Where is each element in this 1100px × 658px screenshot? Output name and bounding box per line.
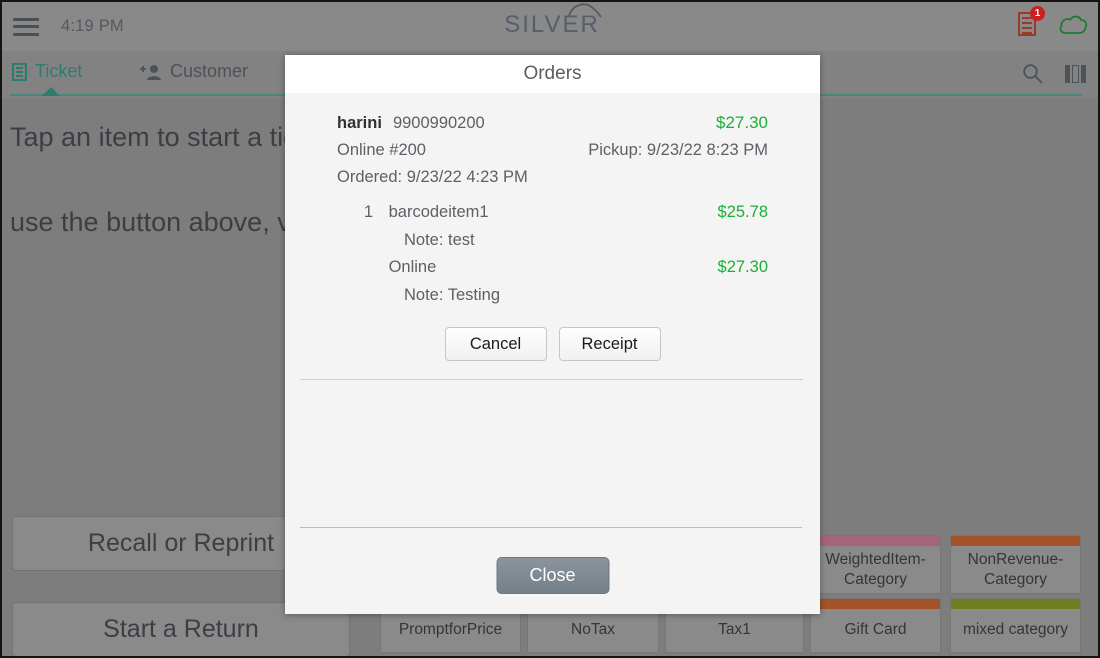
logo-text: SILVER	[504, 11, 600, 38]
category-label: NonRevenue-Category	[967, 550, 1064, 588]
order-customer-phone: 9900990200	[392, 114, 485, 132]
line-item-price: $25.78	[717, 203, 768, 221]
line-item-note: Note: Testing	[404, 285, 501, 304]
order-line-items: 1 barcodeitem1 $25.78 Note: test Online …	[285, 199, 820, 309]
receipt-badge: 1	[1030, 6, 1045, 21]
tab-customer[interactable]: Customer	[140, 61, 248, 82]
order-channel: Online #200	[337, 141, 426, 159]
order-customer-name: harini	[337, 114, 382, 132]
order-ordered-time: Ordered: 9/23/22 4:23 PM	[337, 168, 528, 186]
order-total: $27.30	[716, 113, 768, 132]
logo-arc-icon	[567, 3, 602, 18]
tab-ticket-label: Ticket	[35, 61, 83, 81]
silver-logo: SILVER	[2, 3, 1098, 39]
category-color-bar	[811, 599, 940, 609]
order-pickup-time: Pickup: 9/23/22 8:23 PM	[588, 141, 768, 159]
tab-bar-actions	[1022, 63, 1086, 84]
order-actions: Cancel Receipt	[285, 327, 820, 361]
ticket-icon	[12, 62, 27, 81]
category-label: mixed category	[962, 620, 1069, 638]
tab-customer-label: Customer	[170, 61, 249, 81]
category-label: Tax1	[718, 620, 751, 638]
receipt-button[interactable]: Receipt	[558, 327, 661, 361]
top-bar-icons: 1	[1018, 6, 1088, 38]
orders-dialog: Orders harini 9900990200 $27.30 Online #…	[285, 55, 820, 614]
receipt-icon[interactable]: 1	[1018, 6, 1045, 38]
orders-dialog-header: Orders	[285, 55, 820, 93]
tab-active-indicator	[42, 87, 60, 96]
category-label: WeightedItem-Category	[825, 550, 926, 588]
add-customer-icon	[140, 64, 161, 80]
clock-label: 4:19 PM	[61, 17, 124, 35]
line-item-price: $27.30	[717, 258, 768, 276]
line-item-note: Note: test	[404, 230, 475, 249]
order-header-row: harini 9900990200 $27.30	[337, 109, 768, 137]
cancel-button[interactable]: Cancel	[444, 327, 547, 361]
category-label: Gift Card	[844, 620, 907, 638]
category-color-bar	[811, 536, 940, 546]
order-line-item: Online $27.30	[353, 254, 768, 282]
order-ordered-row: Ordered: 9/23/22 4:23 PM	[337, 164, 768, 191]
category-tile-nonrevenue[interactable]: NonRevenue-Category	[950, 535, 1081, 594]
pos-app-window: 4:19 PM SILVER 1 Ticket Customer Tap an …	[0, 0, 1100, 658]
top-bar: 4:19 PM SILVER 1	[2, 2, 1098, 51]
category-tile-giftcard[interactable]: Gift Card	[810, 598, 941, 653]
order-channel-row: Online #200 Pickup: 9/23/22 8:23 PM	[337, 137, 768, 164]
category-label: NoTax	[571, 620, 615, 638]
orders-dialog-title: Orders	[523, 63, 582, 84]
search-icon[interactable]	[1022, 63, 1043, 84]
panel-layout-icon[interactable]	[1065, 64, 1086, 83]
hamburger-icon[interactable]	[13, 17, 39, 36]
category-tile-mixedcategory[interactable]: mixed category	[950, 598, 1081, 653]
category-tile-weighteditem[interactable]: WeightedItem-Category	[810, 535, 941, 594]
order-card[interactable]: harini 9900990200 $27.30 Online #200 Pic…	[285, 93, 820, 191]
orders-dialog-body: harini 9900990200 $27.30 Online #200 Pic…	[285, 93, 820, 380]
category-color-bar	[951, 599, 1080, 609]
category-color-bar	[951, 536, 1080, 546]
line-item-name: barcodeitem1	[388, 203, 489, 221]
line-item-name: Online	[388, 258, 437, 276]
tab-ticket[interactable]: Ticket	[12, 61, 82, 82]
line-item-qty: 1	[363, 203, 373, 221]
return-label: Start a Return	[103, 615, 259, 643]
order-line-item: 1 barcodeitem1 $25.78	[353, 199, 768, 227]
order-divider	[300, 379, 803, 380]
footer-divider	[300, 527, 802, 528]
recall-label: Recall or Reprint	[87, 529, 275, 557]
cloud-icon[interactable]	[1058, 13, 1088, 35]
close-button[interactable]: Close	[496, 557, 609, 594]
category-label: PromptforPrice	[398, 620, 503, 638]
